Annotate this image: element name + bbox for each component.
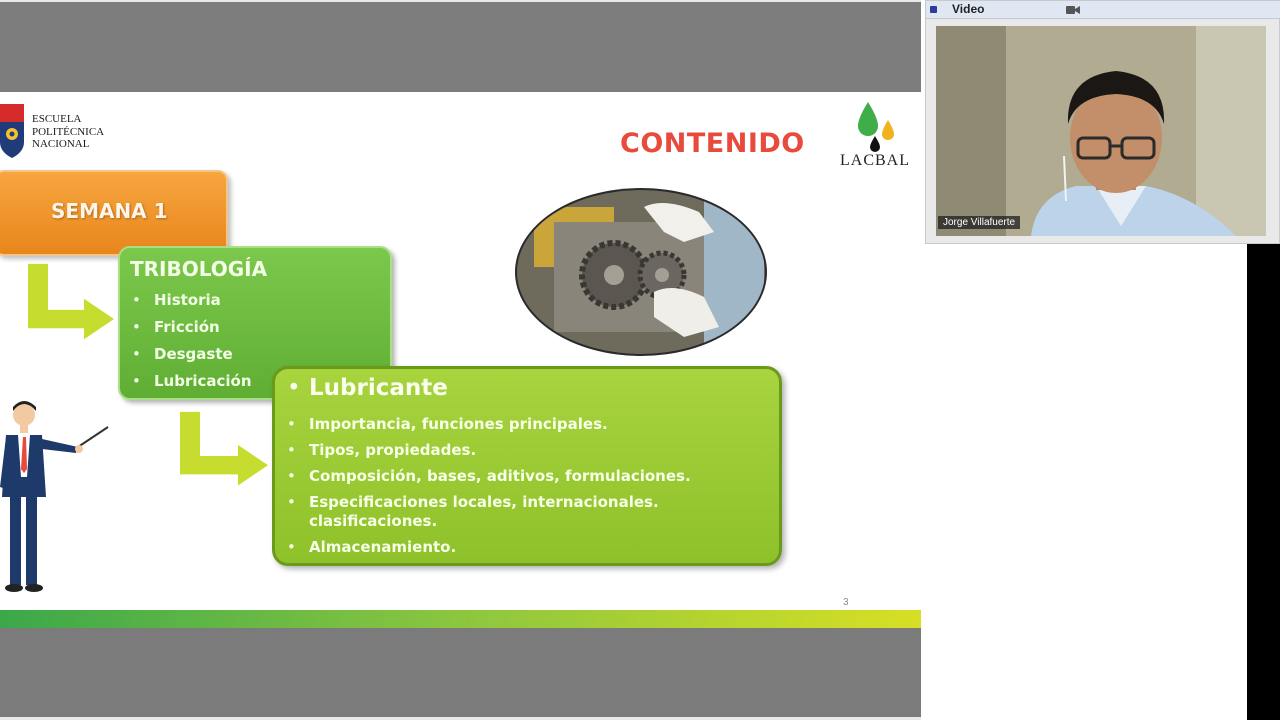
tribology-heading: TRIBOLOGÍA	[130, 257, 268, 281]
week-box: SEMANA 1	[0, 170, 228, 256]
brand-name: LACBAL	[840, 152, 910, 169]
screen-share-area: ESCUELA POLITÉCNICA NACIONAL CONTENIDO L…	[0, 0, 921, 720]
list-item: • Especificaciones locales, internacional…	[287, 493, 659, 530]
list-item: • Tipos, propiedades.	[287, 441, 477, 459]
arrow-right-icon	[28, 263, 114, 340]
list-item: • Desgaste	[132, 345, 233, 363]
institution-line: ESCUELA	[32, 113, 82, 125]
video-panel-header[interactable]: Video	[926, 1, 1280, 19]
lubricant-list: • Importancia, funciones principales. • Ti…	[287, 415, 767, 564]
right-edge-bar	[1247, 244, 1280, 720]
panel-menu-icon[interactable]	[930, 6, 937, 13]
footer-gradient-stripe	[0, 610, 921, 628]
tribology-list: • Historia • Fricción • Desgaste • Lubricaci…	[132, 291, 252, 399]
list-item: • Lubricación	[132, 372, 252, 390]
participant-name-label: Jorge Villafuerte	[938, 216, 1021, 229]
institution-name: ESCUELA POLITÉCNICA NACIONAL	[32, 113, 104, 151]
share-bottom-letterbox	[0, 628, 921, 720]
list-item: • Almacenamiento.	[287, 538, 457, 556]
participant-image	[936, 26, 1266, 236]
list-item-text: Especificaciones locales, internacionale…	[309, 493, 659, 530]
institution-line: NACIONAL	[32, 138, 90, 150]
list-item-text: Composición, bases, aditivos, formulacio…	[309, 467, 691, 485]
lubricant-box: • Lubricante • Importancia, funciones prin…	[272, 366, 782, 566]
list-item: • Composición, bases, aditivos, formulaci…	[287, 467, 691, 485]
list-item-text: Almacenamiento.	[309, 538, 457, 556]
slide-title: CONTENIDO	[620, 128, 805, 159]
list-item: • Importancia, funciones principales.	[287, 415, 608, 433]
epn-shield-logo	[0, 104, 24, 158]
page-number: 3	[843, 597, 849, 608]
institution-line: POLITÉCNICA	[32, 125, 105, 138]
camera-icon[interactable]	[1066, 6, 1080, 14]
share-top-letterbox	[0, 0, 921, 92]
teacher-illustration	[0, 401, 109, 592]
video-panel[interactable]: Video Jorge Villafuerte	[925, 0, 1280, 244]
week-label: SEMANA 1	[51, 199, 168, 223]
list-item-text: Lubricación	[154, 372, 252, 390]
list-item: • Historia	[132, 291, 221, 309]
list-item-text: Importancia, funciones principales.	[309, 415, 608, 433]
video-panel-title: Video	[952, 2, 985, 16]
presentation-slide: ESCUELA POLITÉCNICA NACIONAL CONTENIDO L…	[0, 92, 921, 628]
list-item: • Fricción	[132, 318, 220, 336]
gears-photo	[515, 188, 767, 356]
list-item-text: Tipos, propiedades.	[309, 441, 477, 459]
lubricant-heading-text: Lubricante	[309, 375, 448, 401]
participant-video[interactable]	[936, 26, 1266, 236]
lubricant-heading: • Lubricante	[287, 375, 448, 401]
arrow-right-icon	[180, 411, 268, 486]
list-item-text: Historia	[154, 291, 221, 309]
list-item-text: Fricción	[154, 318, 220, 336]
list-item-text: Desgaste	[154, 345, 233, 363]
